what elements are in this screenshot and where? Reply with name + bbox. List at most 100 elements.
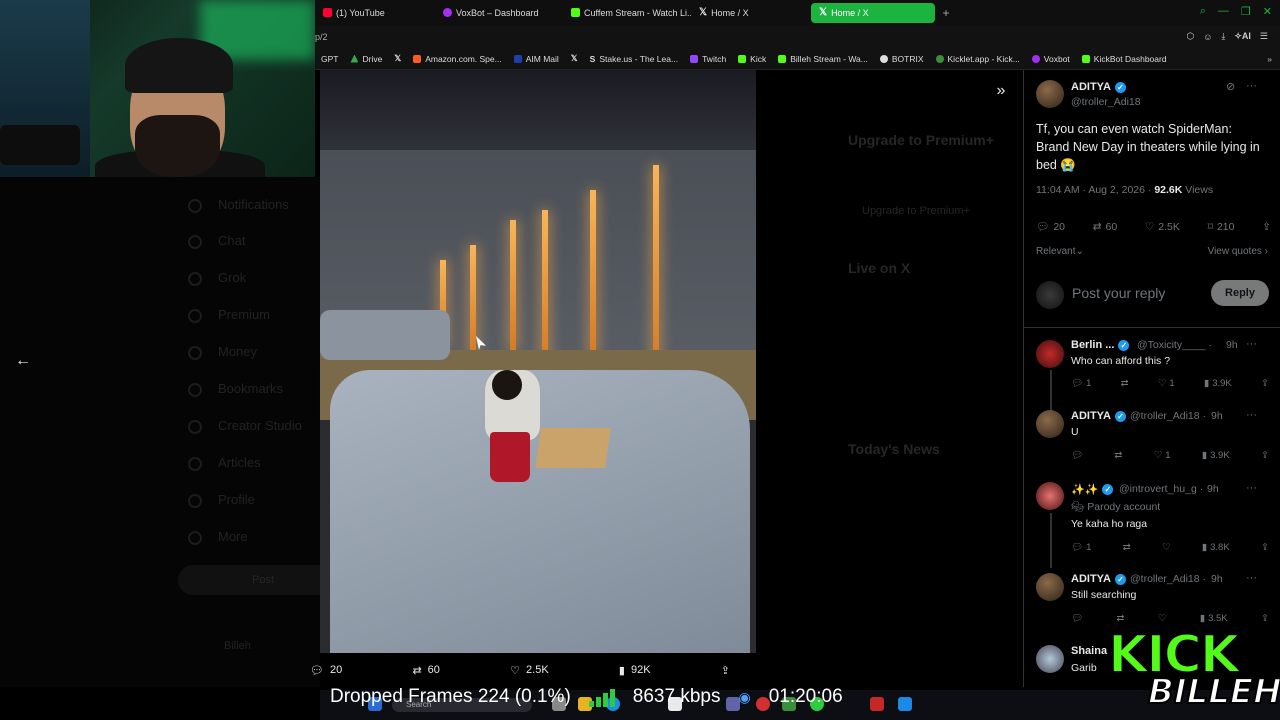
media-reply-button[interactable]: 💬︎ 20 — [310, 664, 342, 677]
sort-dropdown[interactable]: Relevant⌄ — [1036, 246, 1084, 257]
share-button[interactable]: ⇪ — [1261, 450, 1269, 461]
reply-handle[interactable]: @troller_Adi18 · — [1130, 573, 1206, 585]
media-repost-button[interactable]: ⇄ 60 — [412, 664, 439, 677]
bookmark-botrix[interactable]: BOTRIX — [874, 54, 930, 64]
reply-handle[interactable]: @introvert_hu_g · — [1119, 483, 1203, 495]
avatar[interactable] — [1036, 645, 1064, 673]
reply-button[interactable]: 💬︎ 1 — [1071, 542, 1091, 553]
avatar[interactable] — [1036, 410, 1064, 438]
repost-button[interactable]: ⇄ — [1123, 542, 1131, 553]
share-button[interactable]: ⇪ — [1261, 613, 1269, 624]
minimize-button[interactable]: — — [1218, 5, 1229, 18]
bookmark-aim-mail[interactable]: AIM Mail — [508, 54, 565, 64]
like-button[interactable]: ♡ 1 — [1158, 378, 1175, 389]
view-quotes-link[interactable]: View quotes › — [1208, 246, 1268, 257]
reply-submit-button[interactable]: Reply — [1211, 280, 1269, 306]
youtube-icon — [323, 8, 332, 17]
reply-button[interactable]: 💬︎ — [1071, 613, 1083, 624]
avatar[interactable] — [1036, 340, 1064, 368]
profile-icon[interactable]: ☺ — [1203, 32, 1212, 42]
close-window-button[interactable]: ✕ — [1263, 5, 1272, 18]
repost-button[interactable]: ⇄ 60 — [1093, 220, 1118, 233]
reply-author[interactable]: ADITYA ✓ — [1071, 410, 1126, 422]
profile-icon — [188, 494, 202, 508]
avatar[interactable] — [1036, 573, 1064, 601]
views-button[interactable]: ▮ 3.9K — [1204, 378, 1232, 389]
share-button[interactable]: ⇪ — [1262, 220, 1271, 233]
reply-author[interactable]: Shaina — [1071, 645, 1107, 657]
new-tab-button[interactable]: + — [939, 6, 953, 20]
share-button[interactable]: ⇪ — [1261, 542, 1269, 553]
more-options-icon[interactable]: ··· — [1246, 80, 1257, 92]
bookmark-x-2[interactable]: 𝕏 — [565, 53, 584, 64]
bookmark-stake[interactable]: S Stake.us - The Lea... — [584, 54, 684, 64]
media-share-button[interactable]: ⇪ — [721, 664, 730, 677]
avatar[interactable] — [1036, 482, 1064, 510]
reply-button[interactable]: 💬︎ — [1071, 450, 1083, 461]
reply-button[interactable]: 💬︎ 20 — [1036, 220, 1065, 234]
bookmark-kick[interactable]: Kick — [732, 54, 772, 64]
more-options-icon[interactable]: ··· — [1246, 338, 1257, 350]
reply-author[interactable]: ✨✨ ✓ — [1071, 483, 1114, 496]
reply-handle[interactable]: @troller_Adi18 · — [1130, 410, 1206, 422]
like-button[interactable]: ♡ 2.5K — [1145, 220, 1180, 233]
media-like-button[interactable]: ♡ 2.5K — [510, 664, 549, 677]
post-image[interactable] — [320, 70, 756, 653]
repost-button[interactable]: ⇄ — [1116, 613, 1124, 624]
tab-voxbot[interactable]: VoxBot – Dashboard — [435, 3, 563, 23]
bookmark-amazon[interactable]: Amazon.com. Spe... — [407, 54, 508, 64]
tab-youtube[interactable]: (1) YouTube — [315, 3, 435, 23]
reply-button[interactable]: 💬︎ 1 — [1071, 378, 1091, 389]
bookmark-kicklet[interactable]: Kicklet.app - Kick... — [930, 54, 1026, 64]
views-button[interactable]: ▮ 3.8K — [1202, 542, 1230, 553]
back-arrow-icon[interactable]: ← — [12, 352, 34, 372]
like-button[interactable]: ♡ 1 — [1154, 450, 1171, 461]
views-button[interactable]: ▮ 3.9K — [1202, 450, 1230, 461]
repost-button[interactable]: ⇄ — [1121, 378, 1129, 389]
bookmark-voxbot[interactable]: Voxbot — [1026, 54, 1076, 64]
bookmark-drive[interactable]: Drive — [344, 54, 388, 64]
search-tabs-icon[interactable]: ⌕ — [1200, 5, 1206, 18]
more-options-icon[interactable]: ··· — [1246, 409, 1257, 421]
repost-button[interactable]: ⇄ — [1114, 450, 1122, 461]
bookmark-button[interactable]: ⌑ 210 — [1208, 220, 1235, 233]
like-button[interactable]: ♡ — [1162, 542, 1171, 553]
post-handle[interactable]: @troller_Adi18 — [1071, 96, 1141, 108]
post-author[interactable]: ADITYA ✓ — [1071, 81, 1126, 93]
repost-icon: ⇄ — [1092, 220, 1102, 233]
media-action-bar: 💬︎ 20 ⇄ 60 ♡ 2.5K ▮ 92K ⇪ — [310, 660, 730, 680]
views-button[interactable]: ▮ 3.5K — [1200, 613, 1228, 624]
reply-input[interactable]: Post your reply — [1072, 285, 1165, 301]
maximize-button[interactable]: ❐ — [1241, 5, 1251, 18]
reply-handle[interactable]: @Toxicity____ · — [1137, 339, 1212, 351]
my-avatar — [1036, 281, 1064, 309]
tab-home-x[interactable]: 𝕏 Home / X — [691, 3, 811, 23]
record-icon: ◉ — [738, 688, 751, 705]
reply-author[interactable]: ADITYA ✓ — [1071, 573, 1126, 585]
tab-cuffem-stream[interactable]: Cuffem Stream - Watch Li... — [563, 3, 691, 23]
more-options-icon[interactable]: ··· — [1246, 572, 1257, 584]
address-bar[interactable]: p/2 ⬡ ☺ ⤓ ✧AI ☰ — [315, 25, 1280, 48]
extensions-icon[interactable]: ⬡ — [1186, 31, 1194, 42]
media-views-button[interactable]: ▮ 92K — [619, 664, 651, 677]
like-button[interactable]: ♡ — [1158, 613, 1167, 624]
avatar[interactable] — [1036, 80, 1064, 108]
tab-home-x-active[interactable]: 𝕏 Home / X — [811, 2, 935, 23]
share-button[interactable]: ⇪ — [1261, 378, 1269, 389]
bookmark-gpt[interactable]: GPT — [315, 54, 344, 64]
bookmark-x[interactable]: 𝕏 — [388, 53, 407, 64]
post-actions: 💬︎ 20 ⇄ 60 ♡ 2.5K ⌑ 210 ⇪ — [1036, 220, 1271, 234]
menu-icon[interactable]: ☰ — [1260, 31, 1268, 42]
url-text[interactable]: p/2 — [315, 32, 328, 42]
ai-button[interactable]: ✧AI — [1234, 31, 1251, 42]
reply-author[interactable]: Berlin ... ✓ — [1071, 339, 1130, 351]
bookmark-twitch[interactable]: Twitch — [684, 54, 732, 64]
downloads-icon[interactable]: ⤓ — [1221, 31, 1225, 42]
bookmarks-overflow-icon[interactable]: » — [1267, 54, 1280, 64]
more-options-icon[interactable]: ··· — [1246, 482, 1257, 494]
collapse-panel-icon[interactable]: » — [990, 82, 1012, 104]
kick-billeh-logo: KICK BILLEH — [1107, 625, 1280, 713]
bookmark-kickbot[interactable]: KickBot Dashboard — [1076, 54, 1173, 64]
bookmark-billeh-stream[interactable]: Billeh Stream - Wa... — [772, 54, 874, 64]
grok-icon[interactable]: ⊘ — [1226, 80, 1235, 93]
